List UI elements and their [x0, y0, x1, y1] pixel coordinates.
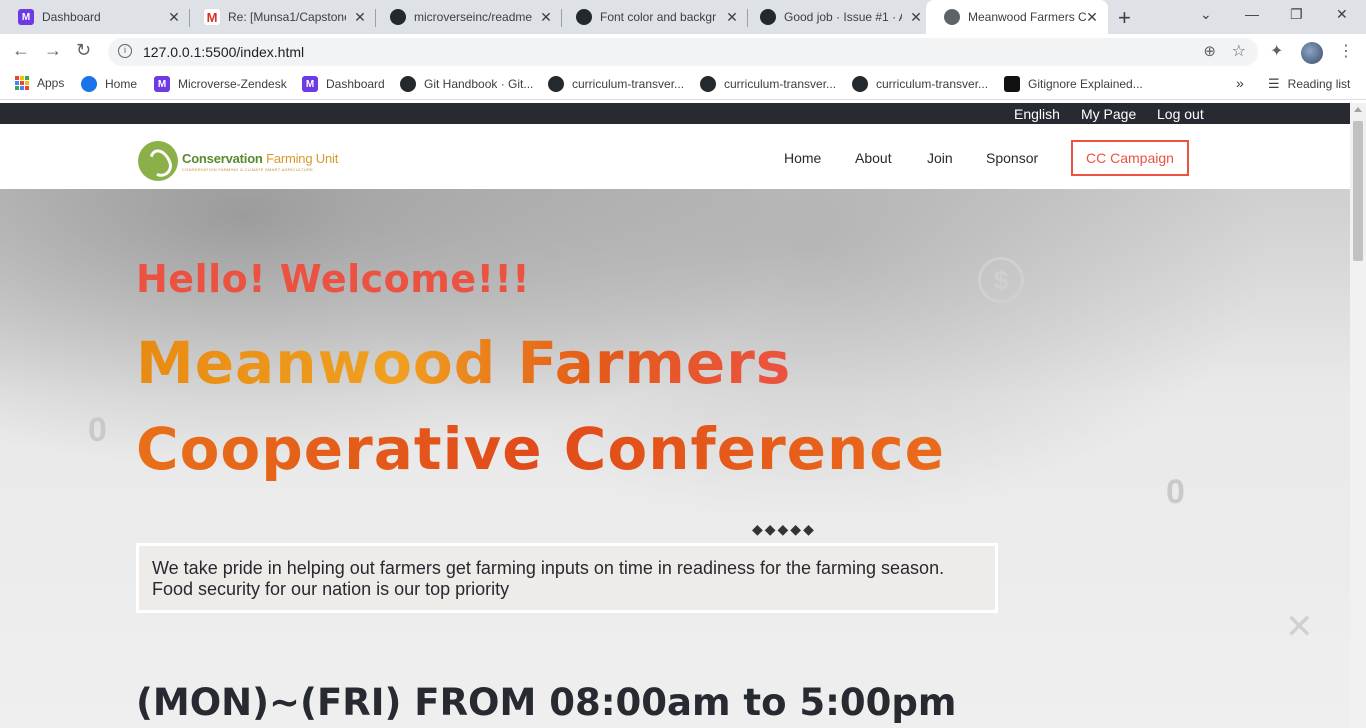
top-bar: English My Page Log out	[0, 103, 1366, 124]
globe-icon	[944, 9, 960, 25]
x-decoration: ✕	[1285, 608, 1314, 646]
github-icon	[760, 9, 776, 25]
conference-title-line2: Cooperative Conference	[136, 415, 946, 483]
browser-toolbar: ← → ↻ i 127.0.0.1:5500/index.html ⊕ ☆ ✦ …	[0, 34, 1366, 70]
zero-decoration: 0	[1166, 473, 1185, 511]
github-icon	[400, 76, 416, 92]
bookmark-home[interactable]: Home	[81, 76, 137, 92]
star-icon[interactable]: ☆	[1232, 41, 1246, 61]
gmail-icon: M	[204, 9, 220, 25]
tab-readme[interactable]: microverseinc/readme ✕	[372, 0, 562, 34]
tab-good-job[interactable]: Good job · Issue #1 · A ✕	[742, 0, 932, 34]
microverse-icon: M	[154, 76, 170, 92]
close-icon[interactable]: ✕	[538, 9, 554, 26]
diamond-pattern-decoration: ◆◆◆◆◆	[752, 521, 816, 537]
cc-campaign-button[interactable]: CC Campaign	[1071, 140, 1189, 176]
my-page-link[interactable]: My Page	[1081, 106, 1136, 122]
description-text: We take pride in helping out farmers get…	[152, 558, 945, 599]
tab-title: Good job · Issue #1 · A	[784, 10, 902, 24]
language-link[interactable]: English	[1014, 106, 1060, 122]
bookmark-curriculum-2[interactable]: curriculum-transver...	[700, 76, 836, 92]
microverse-icon: M	[18, 9, 34, 25]
close-icon[interactable]: ✕	[724, 9, 740, 26]
close-icon[interactable]: ✕	[908, 9, 924, 26]
close-icon[interactable]: ✕	[166, 9, 182, 26]
close-icon[interactable]: ✕	[1084, 9, 1100, 26]
tab-font-color[interactable]: Font color and backgr ✕	[558, 0, 748, 34]
bookmark-dashboard[interactable]: M Dashboard	[302, 76, 385, 92]
gitignore-icon	[1004, 76, 1020, 92]
description-box: We take pride in helping out farmers get…	[136, 543, 998, 613]
conference-title-line1: Meanwood Farmers	[136, 329, 792, 397]
github-icon	[576, 9, 592, 25]
tab-title: Font color and backgr	[600, 10, 717, 24]
github-icon	[548, 76, 564, 92]
bookmark-apps[interactable]: Apps	[15, 76, 64, 90]
menu-icon[interactable]: ⋮	[1338, 41, 1354, 61]
tab-dashboard[interactable]: M Dashboard ✕	[0, 0, 190, 34]
bookmarks-bar: Apps Home M Microverse-Zendesk M Dashboa…	[0, 70, 1366, 100]
bookmarks-overflow-button[interactable]: »	[1236, 75, 1244, 91]
new-tab-button[interactable]: +	[1118, 5, 1131, 31]
github-icon	[390, 9, 406, 25]
address-bar[interactable]: i 127.0.0.1:5500/index.html ⊕ ☆	[108, 38, 1258, 66]
forward-icon[interactable]: →	[44, 40, 62, 61]
restore-button[interactable]: ❐	[1290, 6, 1303, 23]
close-window-button[interactable]: ✕	[1336, 6, 1348, 23]
tab-title: Dashboard	[42, 10, 101, 24]
schedule-heading: (MON)~(FRI) FROM 08:00am to 5:00pm	[136, 681, 957, 724]
un-icon	[81, 76, 97, 92]
reading-list-icon: ☰	[1268, 76, 1280, 91]
page-viewport: English My Page Log out Conservation Far…	[0, 103, 1366, 728]
bookmark-curriculum-3[interactable]: curriculum-transver...	[852, 76, 988, 92]
avatar[interactable]	[1301, 42, 1323, 64]
logout-link[interactable]: Log out	[1157, 106, 1204, 122]
tab-meanwood[interactable]: Meanwood Farmers Co ✕	[926, 0, 1108, 34]
bookmark-git-handbook[interactable]: Git Handbook · Git...	[400, 76, 533, 92]
reading-list-button[interactable]: ☰ Reading list	[1268, 76, 1350, 92]
tab-title: microverseinc/readme	[414, 10, 532, 24]
tab-gmail[interactable]: M Re: [Munsa1/Capstone ✕	[186, 0, 376, 34]
github-icon	[852, 76, 868, 92]
tab-title: Meanwood Farmers Co	[968, 10, 1086, 24]
scroll-thumb[interactable]	[1353, 121, 1363, 261]
bookmark-gitignore[interactable]: Gitignore Explained...	[1004, 76, 1143, 92]
tab-search-icon[interactable]: ⌄	[1200, 6, 1212, 23]
microverse-icon: M	[302, 76, 318, 92]
nav-about[interactable]: About	[855, 150, 892, 166]
nav-sponsor[interactable]: Sponsor	[986, 150, 1038, 166]
logo[interactable]: Conservation Farming Unit CONSERVATION F…	[138, 141, 338, 181]
url-text: 127.0.0.1:5500/index.html	[143, 44, 305, 60]
zero-decoration: 0	[88, 411, 107, 449]
bookmark-zendesk[interactable]: M Microverse-Zendesk	[154, 76, 287, 92]
greeting-heading: Hello! Welcome!!!	[136, 257, 531, 301]
logo-name: Conservation Farming Unit	[182, 150, 339, 166]
scroll-up-icon[interactable]	[1354, 107, 1362, 112]
site-header: Conservation Farming Unit CONSERVATION F…	[0, 124, 1366, 189]
tab-title: Re: [Munsa1/Capstone	[228, 10, 346, 24]
logo-tagline: CONSERVATION FARMING & CLIMATE SMART AGR…	[182, 166, 314, 172]
bookmark-curriculum-1[interactable]: curriculum-transver...	[548, 76, 684, 92]
info-icon[interactable]: i	[118, 44, 132, 58]
scrollbar[interactable]	[1350, 103, 1366, 728]
nav-home[interactable]: Home	[784, 150, 821, 166]
nav-join[interactable]: Join	[927, 150, 953, 166]
hero-section: $ 0 0 ✕ ◆◆◆◆◆ Hello! Welcome!!! Meanwood…	[0, 189, 1350, 728]
tab-strip: M Dashboard ✕ M Re: [Munsa1/Capstone ✕ m…	[0, 0, 1366, 34]
close-icon[interactable]: ✕	[352, 9, 368, 26]
apps-icon	[15, 76, 29, 90]
leaf-logo-icon	[138, 141, 178, 181]
zoom-icon[interactable]: ⊕	[1203, 42, 1216, 60]
reload-icon[interactable]: ↻	[76, 40, 91, 61]
github-icon	[700, 76, 716, 92]
minimize-button[interactable]: —	[1245, 6, 1259, 22]
back-icon[interactable]: ←	[12, 40, 30, 61]
dollar-icon: $	[978, 257, 1024, 303]
extensions-icon[interactable]: ✦	[1270, 41, 1283, 61]
